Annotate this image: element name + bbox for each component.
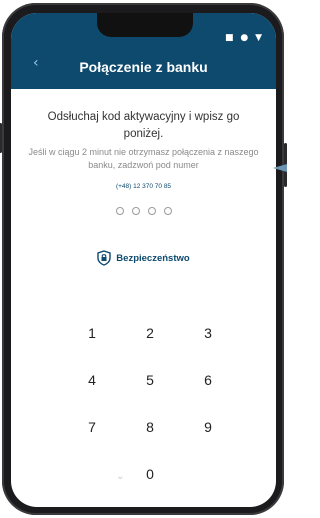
key-empty-right <box>179 450 237 497</box>
code-digit-3 <box>147 207 156 215</box>
security-label: Bezpieczeństwo <box>116 252 190 264</box>
chevron-down-icon: ⌄ <box>116 471 125 482</box>
phone-number[interactable]: (+48) 12 370 70 85 <box>11 183 276 190</box>
key-1[interactable]: 1 <box>63 309 121 356</box>
key-3[interactable]: 3 <box>179 309 237 356</box>
app-header: ■ ● ▼ ‹ Połączenie z banku <box>11 13 276 89</box>
key-6[interactable]: 6 <box>179 356 237 403</box>
key-empty-left <box>63 450 121 497</box>
numeric-keypad: 1 2 3 4 5 6 7 8 9 0 <box>63 309 237 497</box>
code-digit-2 <box>131 207 140 215</box>
callback-info: Jeśli w ciągu 2 minut nie otrzymasz połą… <box>28 147 259 170</box>
volume-button <box>0 123 2 153</box>
phone-frame: ■ ● ▼ ‹ Połączenie z banku Odsłuchaj kod… <box>0 3 287 515</box>
key-0[interactable]: 0 <box>121 450 179 497</box>
key-8[interactable]: 8 <box>121 403 179 450</box>
page-title: Połączenie z banku <box>79 59 208 75</box>
code-digit-4 <box>163 207 172 215</box>
code-input[interactable] <box>11 207 276 215</box>
notch <box>97 13 193 37</box>
status-icons: ■ ● ▼ <box>225 33 264 43</box>
key-4[interactable]: 4 <box>63 356 121 403</box>
key-9[interactable]: 9 <box>179 403 237 450</box>
key-7[interactable]: 7 <box>63 403 121 450</box>
instruction-text: Odsłuchaj kod aktywacyjny i wpisz go pon… <box>47 111 240 140</box>
code-digit-1 <box>115 207 124 215</box>
shield-icon <box>97 250 111 266</box>
key-5[interactable]: 5 <box>121 356 179 403</box>
pointer-arrow-icon <box>273 164 287 172</box>
key-2[interactable]: 2 <box>121 309 179 356</box>
security-link[interactable]: Bezpieczeństwo <box>11 250 276 266</box>
app-screen: ■ ● ▼ ‹ Połączenie z banku Odsłuchaj kod… <box>11 13 276 507</box>
